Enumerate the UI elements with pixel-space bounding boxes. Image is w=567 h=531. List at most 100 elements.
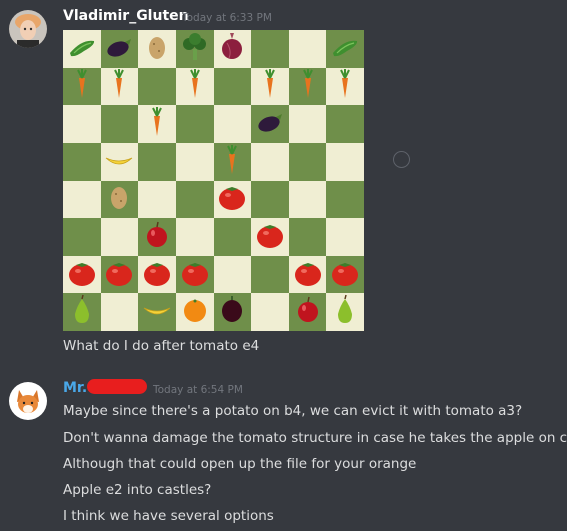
- tomato-icon: [103, 257, 135, 293]
- board-square: [326, 142, 364, 181]
- board-square: [251, 180, 289, 219]
- board-square: [138, 67, 176, 106]
- carrot-icon: [103, 68, 135, 104]
- message-text: What do I do after tomato e4: [63, 338, 260, 354]
- broccoli-icon: [179, 31, 211, 67]
- board-square: [251, 142, 289, 181]
- avatar-vladimir[interactable]: [9, 10, 47, 48]
- board-square: [63, 67, 101, 106]
- tomato-icon: [254, 219, 286, 255]
- board-square: [100, 142, 139, 181]
- board-square: [213, 218, 252, 256]
- tomato-icon: [292, 257, 324, 293]
- onion-icon: [216, 31, 248, 67]
- board-square: [138, 218, 176, 256]
- board-square: [251, 67, 289, 106]
- board-square: [288, 218, 327, 256]
- board-square: [63, 142, 101, 181]
- board-square: [100, 180, 139, 219]
- board-square: [213, 293, 252, 331]
- message-text: Don't wanna damage the tomato structure …: [63, 430, 567, 446]
- board-square: [100, 293, 139, 331]
- potato-icon: [103, 181, 135, 217]
- board-square: [251, 293, 289, 331]
- pear-icon: [329, 294, 361, 330]
- board-square: [175, 30, 214, 68]
- board-square: [63, 30, 101, 68]
- board-square: [175, 218, 214, 256]
- board-square: [63, 180, 101, 219]
- board-square: [213, 67, 252, 106]
- tomato-icon: [179, 257, 211, 293]
- board-square: [326, 218, 364, 256]
- carrot-icon: [141, 106, 173, 142]
- board-square: [251, 30, 289, 68]
- board-square: [326, 180, 364, 219]
- board-square: [288, 293, 327, 331]
- banana-icon: [141, 294, 173, 330]
- banana-icon: [103, 144, 135, 180]
- cucumber-icon: [329, 31, 361, 67]
- board-square: [100, 30, 139, 68]
- board-square: [326, 30, 364, 68]
- orange-icon: [179, 294, 211, 330]
- board-square: [213, 30, 252, 68]
- board-square: [175, 293, 214, 331]
- message-text: Although that could open up the file for…: [63, 456, 417, 472]
- tomato-icon: [141, 257, 173, 293]
- carrot-icon: [66, 68, 98, 104]
- board-square: [288, 30, 327, 68]
- author-name[interactable]: Mr.: [63, 380, 87, 396]
- board-square: [175, 255, 214, 294]
- board-square: [213, 105, 252, 143]
- avatar-mr[interactable]: [9, 382, 47, 420]
- author-name[interactable]: Vladimir_Gluten: [63, 8, 189, 24]
- timestamp: Today at 6:33 PM: [182, 12, 272, 24]
- board-square: [175, 142, 214, 181]
- board-square: [288, 105, 327, 143]
- board-square: [288, 255, 327, 294]
- pear-icon: [66, 294, 98, 330]
- tomato-icon: [216, 181, 248, 217]
- redaction-mark: [87, 379, 147, 394]
- board-square: [326, 105, 364, 143]
- carrot-icon: [254, 68, 286, 104]
- board-square: [213, 180, 252, 219]
- carrot-icon: [179, 68, 211, 104]
- board-square: [288, 142, 327, 181]
- board-square: [326, 67, 364, 106]
- board-square: [138, 30, 176, 68]
- fox-portrait-icon: [9, 382, 47, 420]
- board-square: [175, 105, 214, 143]
- old-man-portrait-icon: [9, 10, 47, 48]
- carrot-icon: [329, 68, 361, 104]
- board-square: [138, 142, 176, 181]
- tomato-icon: [329, 257, 361, 293]
- message-text: I think we have several options: [63, 508, 274, 524]
- board-square: [100, 67, 139, 106]
- message-text: Apple e2 into castles?: [63, 482, 212, 498]
- carrot-icon: [216, 144, 248, 180]
- board-square: [63, 255, 101, 294]
- board-square: [326, 255, 364, 294]
- apple-icon: [292, 294, 324, 330]
- circle-icon: [393, 151, 410, 168]
- board-square: [138, 180, 176, 219]
- board-square: [251, 105, 289, 143]
- board-square: [63, 293, 101, 331]
- board-square: [63, 105, 101, 143]
- red-onion-icon: [216, 294, 248, 330]
- potato-icon: [141, 31, 173, 67]
- board-square: [63, 218, 101, 256]
- timestamp: Today at 6:54 PM: [153, 384, 243, 396]
- board-square: [213, 142, 252, 181]
- message-text: Maybe since there's a potato on b4, we c…: [63, 403, 523, 419]
- tomato-icon: [66, 257, 98, 293]
- eggplant-icon: [103, 31, 135, 67]
- board-square: [175, 67, 214, 106]
- board-square: [138, 255, 176, 294]
- apple-icon: [141, 219, 173, 255]
- board-square: [100, 218, 139, 256]
- chess-board-image[interactable]: [63, 30, 364, 331]
- board-square: [326, 293, 364, 331]
